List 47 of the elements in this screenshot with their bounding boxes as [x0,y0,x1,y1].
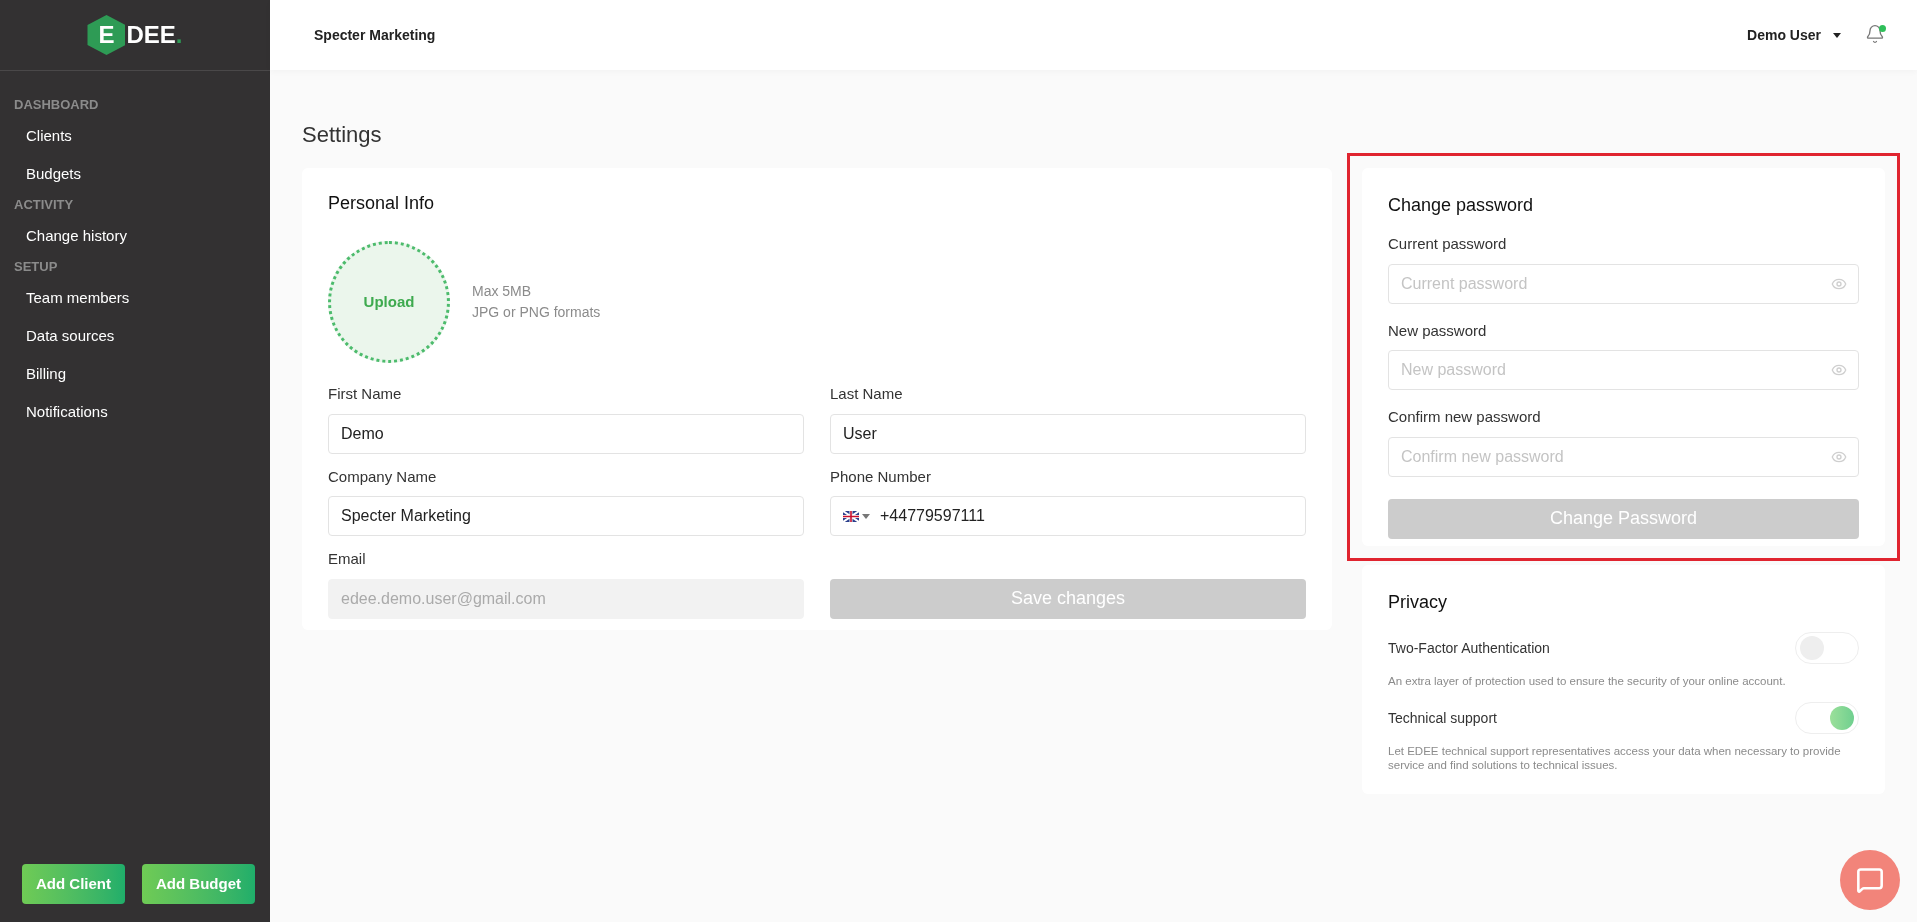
flag-icon[interactable] [843,510,859,522]
setting-description: An extra layer of protection used to ensure the security of your online account. [1388,674,1787,688]
page-title: Settings [302,120,383,149]
eye-icon[interactable] [1831,362,1847,378]
caret-icon [1833,32,1841,38]
section-heading: SETUP [13,258,59,277]
upload-hint: Max 5MB [472,282,533,301]
caret-icon [862,513,870,519]
user-menu[interactable]: Demo User [1747,24,1841,46]
nav-item[interactable]: Data sources [0,317,270,355]
card-title: Privacy [1388,591,1448,614]
setting-description: Let EDEE technical support representatives access your data when necessary to provide service and find solutions to technical issues. [1388,744,1842,772]
password-field[interactable]: New password [1388,350,1859,390]
chat-button[interactable] [1840,850,1900,910]
nav-item[interactable]: Team members [0,279,270,317]
nav-item[interactable]: Clients [0,117,270,155]
nav-item[interactable]: Notifications [0,393,270,431]
setting-label: Technical support [1388,708,1497,728]
input-field[interactable]: Demo [328,413,804,454]
nav-item[interactable]: Change history [0,217,270,255]
company-name: Specter Marketing [314,25,436,45]
input-field[interactable]: Specter Marketing [328,496,804,536]
chat-icon [1856,866,1884,894]
field-label: Confirm new password [1388,407,1542,427]
field-label: Email [328,549,367,569]
field-label: Company Name [328,466,438,487]
notification-icon[interactable] [1865,24,1885,46]
logo[interactable]: E DEE. [87,15,183,55]
card-title: Change password [1388,194,1535,217]
nav-item[interactable]: Billing [0,355,270,393]
card-title: Personal Info [328,192,436,215]
section-heading: DASHBOARD [13,96,100,115]
field-label: New password [1388,320,1488,341]
field-label: Current password [1388,234,1508,254]
setting-label: Two-Factor Authentication [1388,638,1550,658]
field-label: First Name [328,384,403,404]
upload-hint: JPG or PNG formats [472,303,601,322]
password-field[interactable]: Confirm new password [1388,436,1859,477]
password-field[interactable]: Current password [1388,263,1859,304]
nav-item[interactable]: Budgets [0,155,270,193]
section-heading: ACTIVITY [13,196,75,215]
phone-field[interactable]: +44779597111 [830,496,1306,536]
phone-value: +44779597111 [880,506,985,526]
toggle-switch[interactable] [1795,702,1859,734]
input-field[interactable]: User [830,413,1306,454]
field-label: Last Name [830,384,904,404]
field-label: Phone Number [830,466,932,487]
